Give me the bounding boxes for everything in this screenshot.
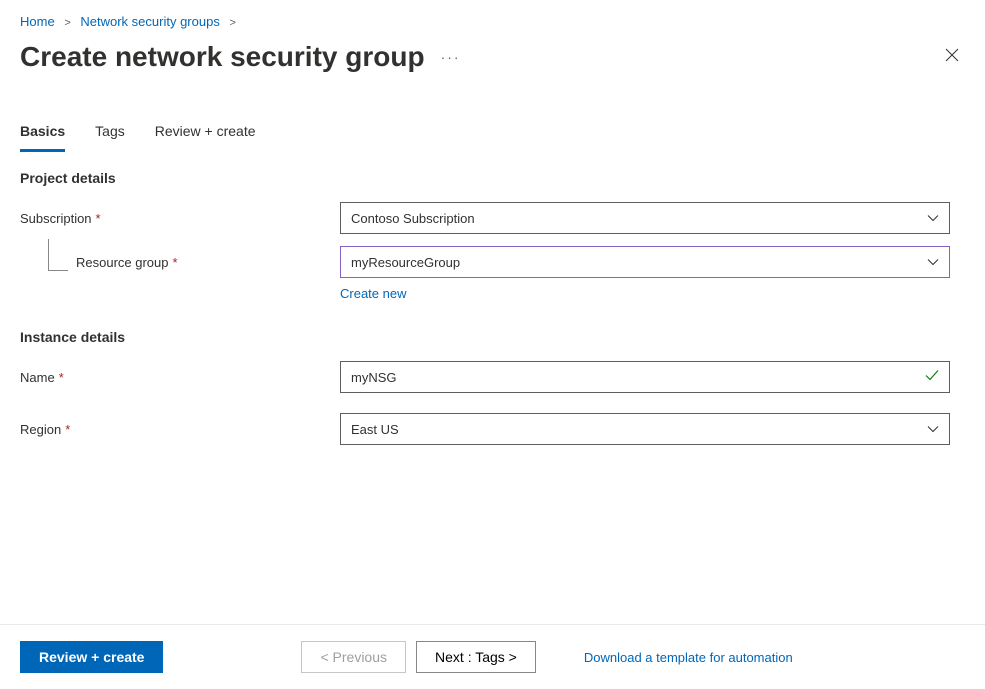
- section-project-details: Project details: [0, 152, 985, 196]
- region-value: East US: [351, 422, 399, 437]
- tabs: Basics Tags Review + create: [0, 117, 985, 152]
- section-instance-details: Instance details: [0, 301, 985, 355]
- tab-review-create[interactable]: Review + create: [155, 117, 256, 152]
- label-name: Name*: [20, 370, 340, 385]
- name-input[interactable]: myNSG: [340, 361, 950, 393]
- row-region: Region* East US: [0, 399, 985, 451]
- tab-tags[interactable]: Tags: [95, 117, 125, 152]
- breadcrumb: Home > Network security groups >: [0, 0, 985, 37]
- chevron-down-icon: [927, 211, 939, 226]
- next-button[interactable]: Next : Tags >: [416, 641, 536, 673]
- label-resource-group: Resource group*: [20, 255, 340, 270]
- checkmark-icon: [925, 370, 939, 385]
- previous-button: < Previous: [301, 641, 406, 673]
- region-select[interactable]: East US: [340, 413, 950, 445]
- required-indicator: *: [92, 211, 101, 226]
- page-header: Create network security group ···: [0, 37, 985, 99]
- label-region: Region*: [20, 422, 340, 437]
- footer: Review + create < Previous Next : Tags >…: [0, 624, 985, 689]
- required-indicator: *: [169, 255, 178, 270]
- chevron-down-icon: [927, 255, 939, 270]
- breadcrumb-home[interactable]: Home: [20, 14, 55, 29]
- name-value: myNSG: [351, 370, 397, 385]
- required-indicator: *: [61, 422, 70, 437]
- subscription-select[interactable]: Contoso Subscription: [340, 202, 950, 234]
- page-title: Create network security group: [20, 41, 425, 73]
- download-template-link[interactable]: Download a template for automation: [584, 650, 793, 665]
- row-create-new-link: Create new: [0, 284, 985, 301]
- chevron-right-icon: >: [58, 17, 76, 29]
- tab-basics[interactable]: Basics: [20, 117, 65, 152]
- row-name: Name* myNSG: [0, 355, 985, 399]
- breadcrumb-nsg[interactable]: Network security groups: [80, 14, 219, 29]
- more-options-button[interactable]: ···: [425, 49, 461, 65]
- subscription-value: Contoso Subscription: [351, 211, 475, 226]
- chevron-down-icon: [927, 422, 939, 437]
- resource-group-select[interactable]: myResourceGroup: [340, 246, 950, 278]
- row-subscription: Subscription* Contoso Subscription: [0, 196, 985, 240]
- required-indicator: *: [55, 370, 64, 385]
- close-button[interactable]: [939, 42, 965, 73]
- label-subscription: Subscription*: [20, 211, 340, 226]
- resource-group-value: myResourceGroup: [351, 255, 460, 270]
- create-new-resource-group-link[interactable]: Create new: [340, 286, 406, 301]
- row-resource-group: Resource group* myResourceGroup: [0, 240, 985, 284]
- review-create-button[interactable]: Review + create: [20, 641, 163, 673]
- close-icon: [945, 48, 959, 62]
- chevron-right-icon: >: [223, 17, 241, 29]
- tree-connector-icon: [48, 239, 68, 271]
